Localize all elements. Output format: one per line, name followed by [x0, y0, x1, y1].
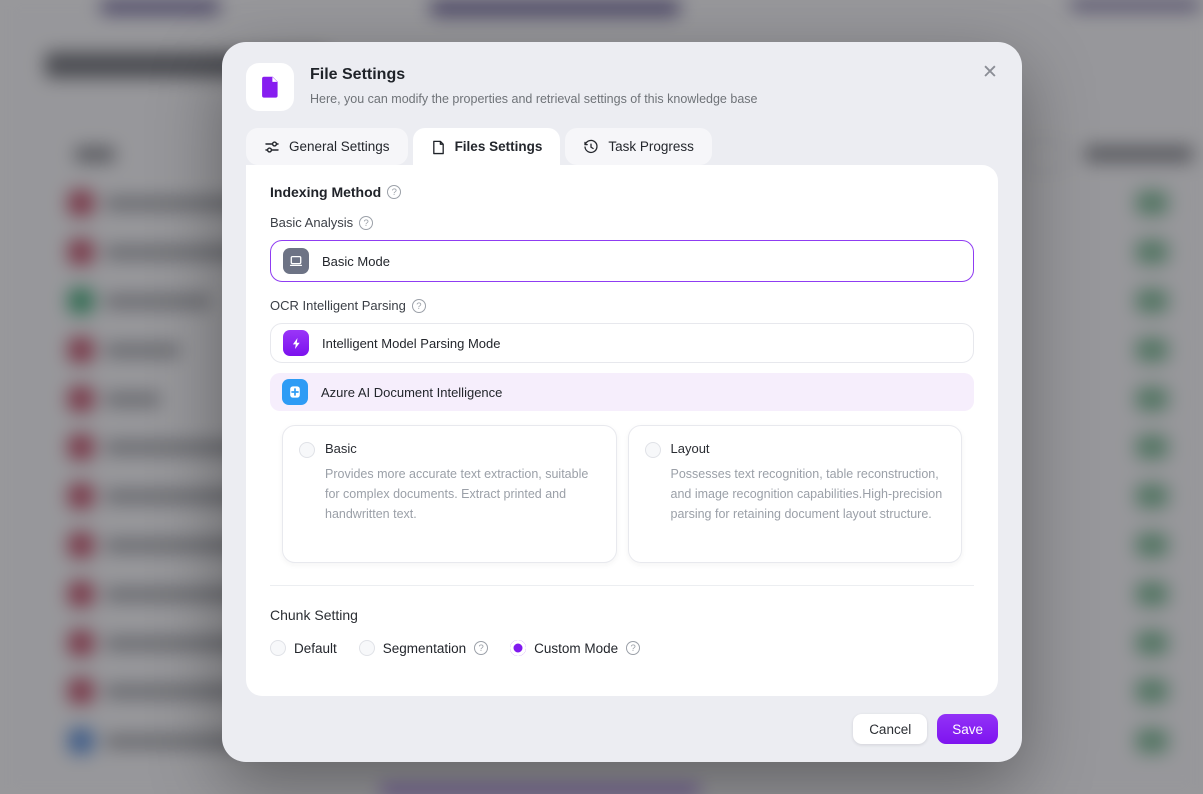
chunk-setting-heading: Chunk Setting	[270, 607, 974, 623]
indexing-method-heading: Indexing Method	[270, 184, 974, 200]
azure-document-icon	[282, 379, 308, 405]
ocr-parsing-label: OCR Intelligent Parsing	[270, 298, 406, 313]
azure-basic-title: Basic	[325, 441, 600, 456]
settings-tabs: General Settings Files Settings Task Pro…	[246, 128, 998, 165]
help-icon[interactable]	[626, 641, 640, 655]
azure-layout-card[interactable]: Layout Possesses text recognition, table…	[628, 425, 963, 563]
basic-analysis-heading: Basic Analysis	[270, 215, 974, 230]
modal-subtitle: Here, you can modify the properties and …	[310, 92, 757, 106]
azure-document-intelligence-option[interactable]: Azure AI Document Intelligence	[270, 373, 974, 411]
modal-footer: Cancel Save	[222, 696, 1022, 762]
chunk-option-label: Segmentation	[383, 641, 466, 656]
azure-basic-description: Provides more accurate text extraction, …	[325, 464, 600, 524]
radio-checked-icon[interactable]	[510, 640, 526, 656]
azure-layout-description: Possesses text recognition, table recons…	[671, 464, 946, 524]
help-icon[interactable]	[387, 185, 401, 199]
history-clock-icon	[583, 139, 599, 155]
tab-task-progress[interactable]: Task Progress	[565, 128, 712, 165]
section-divider	[270, 585, 974, 586]
save-button[interactable]: Save	[937, 714, 998, 744]
sliders-icon	[264, 139, 280, 155]
azure-layout-title: Layout	[671, 441, 946, 456]
azure-parse-mode-cards: Basic Provides more accurate text extrac…	[282, 425, 962, 563]
radio-unchecked-icon[interactable]	[299, 442, 315, 458]
radio-unchecked-icon[interactable]	[645, 442, 661, 458]
basic-mode-option[interactable]: Basic Mode	[270, 240, 974, 282]
tab-label: General Settings	[289, 139, 390, 154]
tab-label: Files Settings	[455, 139, 543, 154]
help-icon[interactable]	[474, 641, 488, 655]
files-settings-panel: Indexing Method Basic Analysis Basic Mod…	[246, 165, 998, 696]
intelligent-model-parsing-label: Intelligent Model Parsing Mode	[322, 336, 501, 351]
intelligent-model-parsing-option[interactable]: Intelligent Model Parsing Mode	[270, 323, 974, 363]
cancel-button[interactable]: Cancel	[853, 714, 927, 744]
ocr-parsing-heading: OCR Intelligent Parsing	[270, 298, 974, 313]
chunk-option-label: Default	[294, 641, 337, 656]
help-icon[interactable]	[412, 299, 426, 313]
modal-header: File Settings Here, you can modify the p…	[222, 42, 1022, 111]
chunk-option-default[interactable]: Default	[270, 640, 337, 656]
basic-mode-label: Basic Mode	[322, 254, 390, 269]
file-outline-icon	[431, 139, 446, 155]
chunk-option-custom-mode[interactable]: Custom Mode	[510, 640, 640, 656]
radio-unchecked-icon[interactable]	[270, 640, 286, 656]
file-icon-tile	[246, 63, 294, 111]
tab-files-settings[interactable]: Files Settings	[413, 128, 561, 165]
azure-basic-card[interactable]: Basic Provides more accurate text extrac…	[282, 425, 617, 563]
lightning-bolt-icon	[283, 330, 309, 356]
azure-document-intelligence-label: Azure AI Document Intelligence	[321, 385, 502, 400]
file-settings-modal: File Settings Here, you can modify the p…	[222, 42, 1022, 762]
chunk-option-label: Custom Mode	[534, 641, 618, 656]
radio-unchecked-icon[interactable]	[359, 640, 375, 656]
help-icon[interactable]	[359, 216, 373, 230]
close-icon[interactable]: ✕	[978, 60, 1002, 84]
chunk-setting-options: Default Segmentation Custom Mode	[270, 640, 974, 656]
tab-general-settings[interactable]: General Settings	[246, 128, 408, 165]
tab-label: Task Progress	[608, 139, 694, 154]
chunk-option-segmentation[interactable]: Segmentation	[359, 640, 488, 656]
basic-analysis-label: Basic Analysis	[270, 215, 353, 230]
indexing-method-label: Indexing Method	[270, 184, 381, 200]
monitor-icon	[283, 248, 309, 274]
modal-title: File Settings	[310, 66, 757, 84]
file-icon	[257, 74, 283, 100]
